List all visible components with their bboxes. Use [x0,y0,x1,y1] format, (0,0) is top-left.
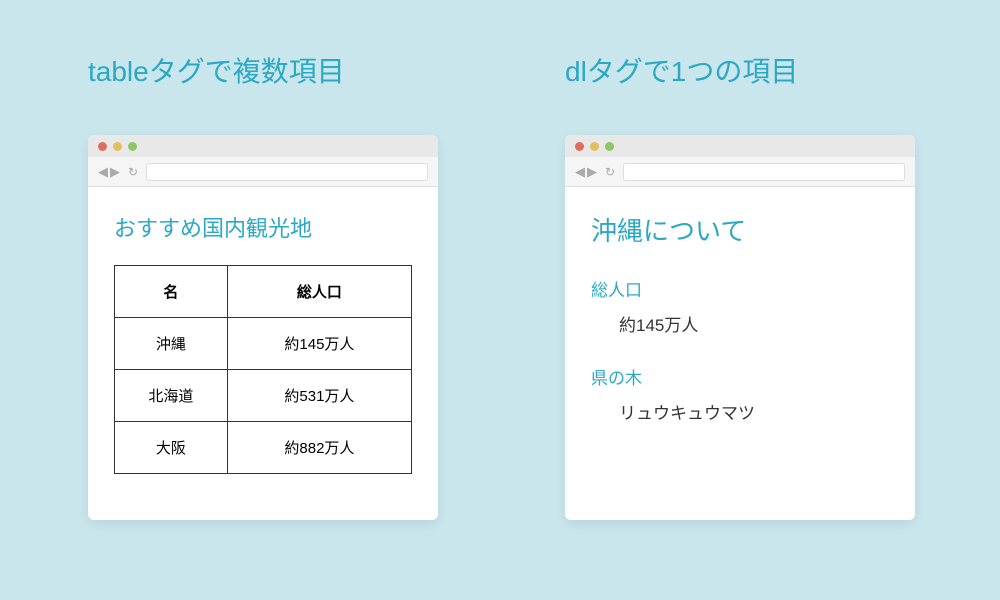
table-cell: 大阪 [115,422,228,474]
minimize-icon[interactable] [113,142,122,151]
back-icon[interactable]: ◀ [575,165,585,178]
dl-term: 総人口 [591,276,889,301]
page-title: 沖縄について [591,211,889,248]
dl-def: リュウキュウマツ [619,399,889,424]
page-content: おすすめ国内観光地 名 総人口 沖縄 約145万人 北海道 約531万人 大阪 [88,187,438,498]
table-row: 沖縄 約145万人 [115,318,412,370]
page-title: おすすめ国内観光地 [114,211,412,243]
table-cell: 約145万人 [227,318,411,370]
back-icon[interactable]: ◀ [98,165,108,178]
refresh-icon[interactable]: ↻ [128,165,138,179]
dl-item: 総人口 約145万人 [591,276,889,336]
table-cell: 約531万人 [227,370,411,422]
forward-icon[interactable]: ▶ [110,165,120,178]
refresh-icon[interactable]: ↻ [605,165,615,179]
forward-icon[interactable]: ▶ [587,165,597,178]
url-input[interactable] [146,163,428,181]
maximize-icon[interactable] [128,142,137,151]
maximize-icon[interactable] [605,142,614,151]
table-cell: 沖縄 [115,318,228,370]
dl-item: 県の木 リュウキュウマツ [591,364,889,424]
table-row: 北海道 約531万人 [115,370,412,422]
table-header: 名 [115,266,228,318]
minimize-icon[interactable] [590,142,599,151]
table-row: 大阪 約882万人 [115,422,412,474]
table-header: 総人口 [227,266,411,318]
window-titlebar [88,135,438,157]
dl-def: 約145万人 [619,311,889,336]
window-titlebar [565,135,915,157]
close-icon[interactable] [98,142,107,151]
browser-toolbar: ◀ ▶ ↻ [565,157,915,187]
table-header-row: 名 総人口 [115,266,412,318]
section-title-right: dlタグで1つの項目 [565,50,798,90]
browser-window-right: ◀ ▶ ↻ 沖縄について 総人口 約145万人 県の木 リュウキュウマツ [565,135,915,520]
url-input[interactable] [623,163,905,181]
table-cell: 約882万人 [227,422,411,474]
browser-toolbar: ◀ ▶ ↻ [88,157,438,187]
table-cell: 北海道 [115,370,228,422]
section-title-left: tableタグで複数項目 [88,50,345,90]
close-icon[interactable] [575,142,584,151]
browser-window-left: ◀ ▶ ↻ おすすめ国内観光地 名 総人口 沖縄 約145万人 北海道 約53 [88,135,438,520]
page-content: 沖縄について 総人口 約145万人 県の木 リュウキュウマツ [565,187,915,476]
data-table: 名 総人口 沖縄 約145万人 北海道 約531万人 大阪 約882万人 [114,265,412,474]
dl-term: 県の木 [591,364,889,389]
